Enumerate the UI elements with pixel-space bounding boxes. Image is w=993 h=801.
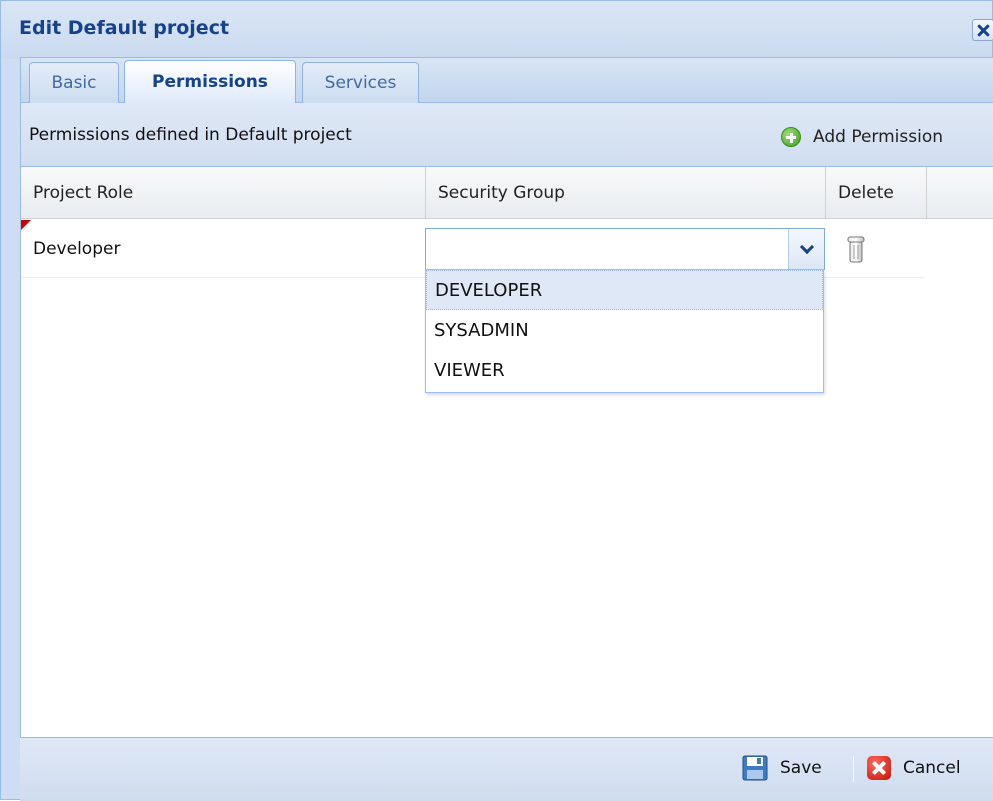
dirty-flag-icon xyxy=(21,220,31,230)
footer-toolbar: Save Cancel xyxy=(20,737,993,801)
security-group-input[interactable] xyxy=(426,229,788,269)
add-icon xyxy=(781,127,801,147)
cell-project-role[interactable]: Developer xyxy=(33,239,120,259)
cancel-icon xyxy=(867,756,891,780)
close-icon[interactable] xyxy=(972,19,993,41)
trash-icon[interactable] xyxy=(847,234,865,264)
save-icon xyxy=(742,755,768,781)
security-group-dropdown: DEVELOPER SYSADMIN VIEWER xyxy=(425,269,824,393)
dropdown-option-developer[interactable]: DEVELOPER xyxy=(426,270,823,310)
footer-separator xyxy=(853,756,854,782)
cancel-button[interactable]: Cancel xyxy=(867,752,961,784)
column-header-security-group[interactable]: Security Group xyxy=(426,167,826,219)
tab-services[interactable]: Services xyxy=(302,62,419,103)
tab-strip: Basic Permissions Services xyxy=(20,57,993,103)
column-header-project-role[interactable]: Project Role xyxy=(21,167,426,219)
tab-permissions[interactable]: Permissions xyxy=(124,60,296,103)
grid-header: Project Role Security Group Delete xyxy=(21,167,993,219)
tab-basic[interactable]: Basic xyxy=(29,62,119,103)
add-permission-button[interactable]: Add Permission xyxy=(781,123,943,151)
edit-project-window: Edit Default project Basic Permissions S… xyxy=(0,0,993,801)
dropdown-option-sysadmin[interactable]: SYSADMIN xyxy=(426,310,823,350)
dropdown-option-viewer[interactable]: VIEWER xyxy=(426,350,823,390)
add-permission-label: Add Permission xyxy=(813,127,944,147)
chevron-down-icon xyxy=(799,239,814,254)
permissions-description: Permissions defined in Default project xyxy=(29,125,352,145)
cancel-label: Cancel xyxy=(903,758,961,778)
window-title: Edit Default project xyxy=(19,17,230,39)
save-label: Save xyxy=(780,758,822,778)
permissions-toolbar: Permissions defined in Default project A… xyxy=(21,103,993,167)
save-button[interactable]: Save xyxy=(742,752,822,784)
permissions-panel: Permissions defined in Default project A… xyxy=(20,103,993,798)
window-titlebar[interactable]: Edit Default project xyxy=(1,1,993,59)
column-header-filler xyxy=(927,167,993,219)
security-group-combo[interactable] xyxy=(425,228,825,270)
combo-trigger-button[interactable] xyxy=(788,229,824,269)
column-header-delete[interactable]: Delete xyxy=(826,167,927,219)
